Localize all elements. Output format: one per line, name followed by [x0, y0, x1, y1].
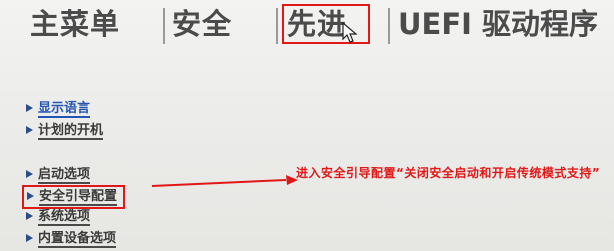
menu-item-system-options[interactable]: 系统选项	[26, 208, 91, 226]
menu-item-label: 安全引导配置	[39, 189, 118, 206]
tab-main-menu[interactable]: 主菜单	[30, 6, 120, 42]
tab-separator	[388, 8, 390, 44]
arrow-icon	[26, 169, 33, 178]
menu-item-builtin-device-options[interactable]: 内置设备选项	[26, 230, 117, 248]
annotation-text: 进入安全引导配置“关闭安全启动和开启传统模式支持”	[296, 166, 601, 180]
arrow-icon	[26, 103, 33, 112]
menu-item-label: 系统选项	[38, 209, 91, 226]
arrow-icon	[26, 233, 33, 242]
arrow-icon	[26, 211, 33, 220]
mouse-cursor-icon	[342, 22, 358, 43]
menu-item-label: 内置设备选项	[38, 231, 117, 248]
tab-separator	[276, 8, 278, 44]
arrow-icon	[26, 125, 33, 134]
arrow-icon	[27, 191, 34, 200]
tab-uefi-drivers[interactable]: UEFI 驱动程序	[398, 6, 598, 42]
menu-item-scheduled-power-on[interactable]: 计划的开机	[26, 122, 104, 140]
menu-item-label: 显示语言	[38, 101, 91, 118]
annotation-arrow	[151, 175, 298, 187]
tab-advanced[interactable]: 先进	[287, 6, 347, 42]
tab-bar: 主菜单 安全 先进 UEFI 驱动程序	[0, 0, 614, 52]
menu-item-display-language[interactable]: 显示语言	[26, 100, 91, 118]
menu-item-boot-options[interactable]: 启动选项	[26, 166, 91, 184]
menu-item-label: 启动选项	[38, 167, 91, 184]
tab-separator	[163, 8, 165, 44]
tab-security[interactable]: 安全	[172, 6, 232, 42]
menu-item-secure-boot-config[interactable]: 安全引导配置	[22, 185, 126, 209]
menu-item-label: 计划的开机	[38, 123, 104, 140]
